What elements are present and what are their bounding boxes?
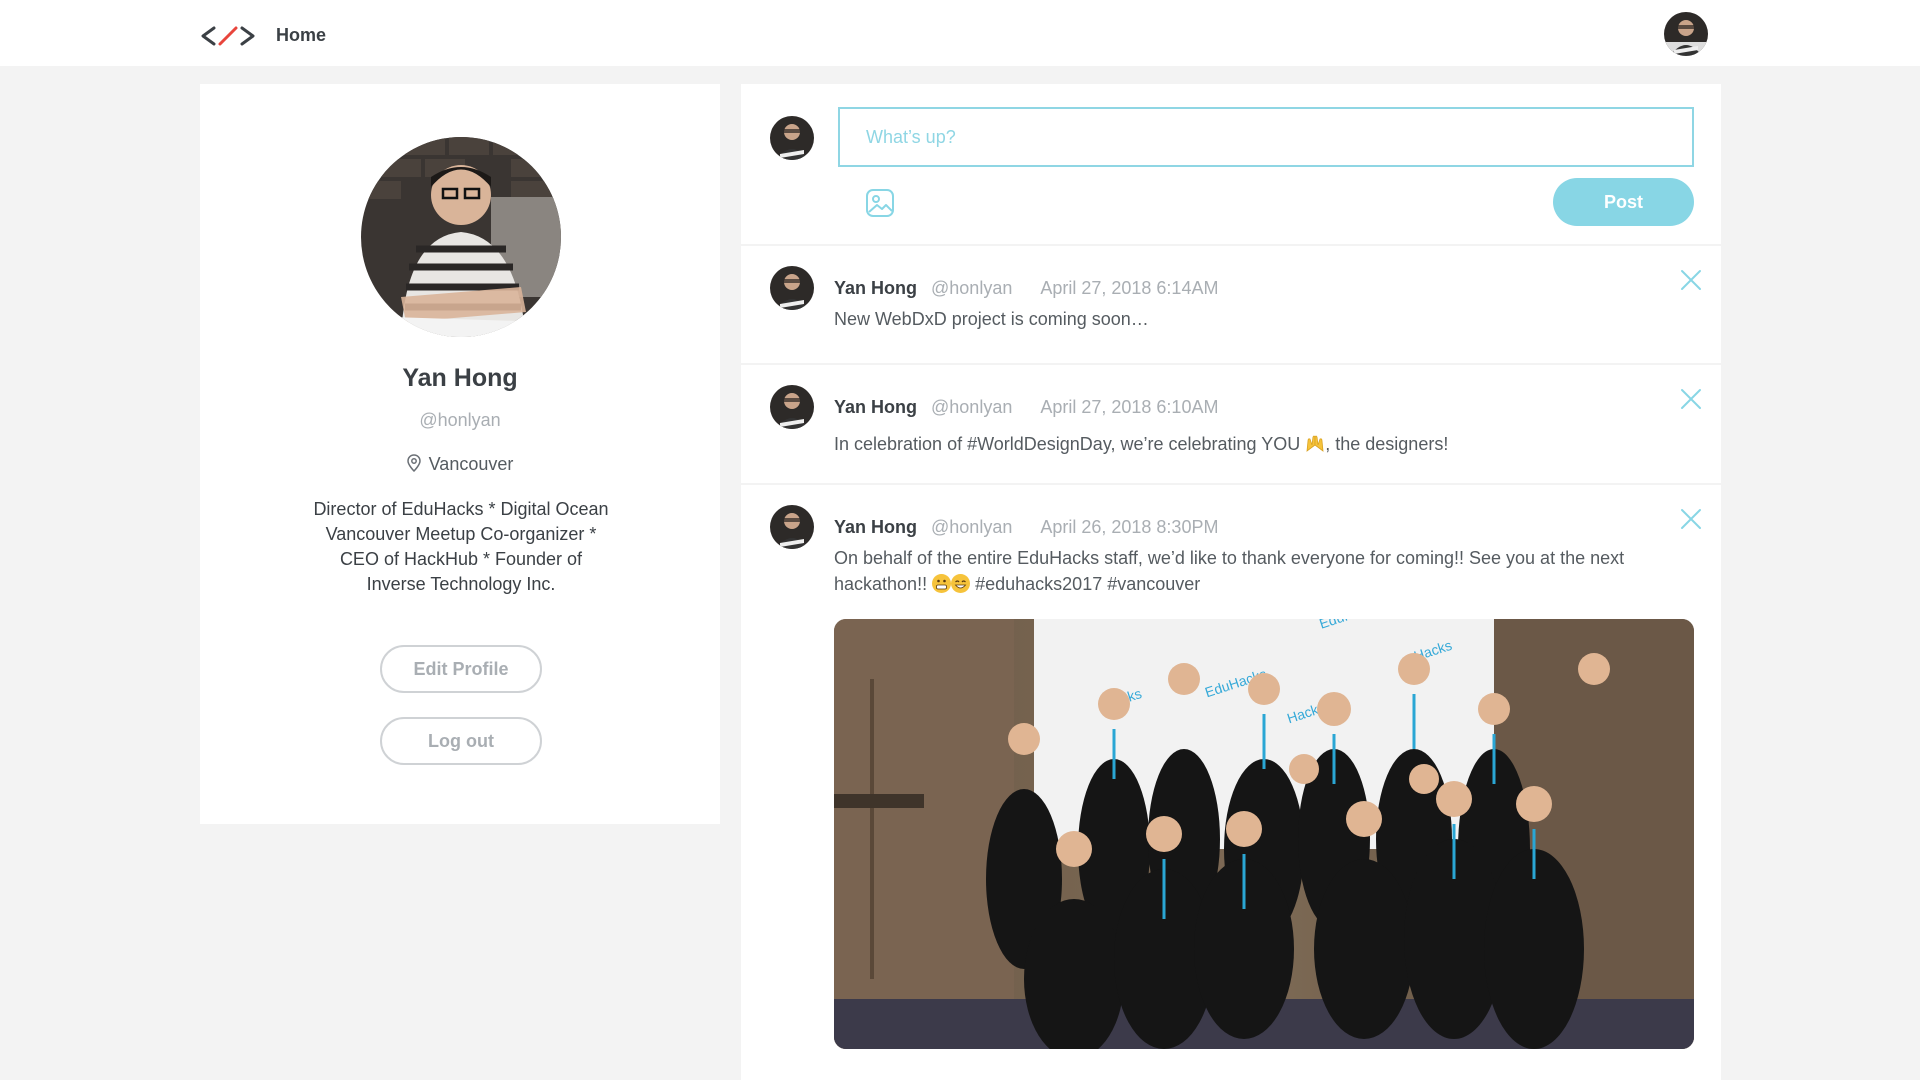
feed-panel: Post Yan Hong @honlyan April 27, 2018 6:14… [741, 84, 1721, 1080]
post-button[interactable]: Post [1553, 178, 1694, 226]
avatar-image [1664, 12, 1708, 56]
post-text: On behalf of the entire EduHacks staff, … [834, 545, 1684, 597]
grimacing-emoji-icon [932, 574, 952, 593]
bio-line: Director of EduHacks * Digital Ocean [313, 499, 609, 519]
post-header: Yan Hong @honlyan April 27, 2018 6:10AM [834, 397, 1218, 418]
avatar [770, 505, 814, 549]
post-handle[interactable]: @honlyan [931, 517, 1012, 537]
post-item: Yan Hong @honlyan April 27, 2018 6:10AM In… [741, 367, 1721, 485]
location-label: Vancouver [428, 454, 514, 474]
profile-avatar [361, 137, 561, 337]
post-handle[interactable]: @honlyan [931, 278, 1012, 298]
code-brackets-logo-icon[interactable] [200, 25, 256, 47]
post-author[interactable]: Yan Hong [834, 278, 917, 298]
profile-handle: @honlyan [419, 410, 501, 430]
close-icon[interactable] [1679, 507, 1703, 531]
compose-box: Post [741, 84, 1721, 246]
profile-name: Yan Hong [402, 364, 518, 392]
profile-card: Yan Hong @honlyan Vancouver Director of … [200, 84, 720, 824]
post-timestamp: April 26, 2018 8:30PM [1040, 517, 1219, 537]
avatar [770, 385, 814, 429]
post-header: Yan Hong @honlyan April 26, 2018 8:30PM [834, 517, 1218, 538]
avatar [770, 116, 814, 160]
profile-bio: Director of EduHacks * Digital Ocean Van… [300, 497, 622, 597]
post-text-line: On behalf of the entire EduHacks staff, … [834, 548, 1625, 568]
post-text: In celebration of #WorldDesignDay, we’re… [834, 431, 1664, 457]
post-text-line: hackathon!! #eduhacks2017 #vancouver [834, 571, 1684, 597]
post-item: Yan Hong @honlyan April 26, 2018 8:30PM On… [741, 487, 1721, 1080]
edit-profile-button[interactable]: Edit Profile [380, 645, 542, 693]
post-timestamp: April 27, 2018 6:10AM [1040, 397, 1219, 417]
post-text-part: hackathon!! [834, 574, 928, 594]
close-icon[interactable] [1679, 268, 1703, 292]
user-avatar-menu[interactable] [1664, 12, 1708, 56]
bio-line: Vancouver Meetup Co-organizer * [325, 524, 597, 544]
bio-line: Inverse Technology Inc. [366, 574, 556, 594]
grinning-emoji-icon [951, 574, 971, 593]
post-timestamp: April 27, 2018 6:14AM [1040, 278, 1219, 298]
post-header: Yan Hong @honlyan April 27, 2018 6:14AM [834, 278, 1218, 299]
home-link[interactable]: Home [276, 25, 326, 46]
post-item: Yan Hong @honlyan April 27, 2018 6:14AM Ne… [741, 248, 1721, 365]
post-text-part: , the designers! [1325, 434, 1449, 454]
bio-line: CEO of HackHub * Founder of [339, 549, 583, 569]
compose-input[interactable] [838, 107, 1694, 167]
post-author[interactable]: Yan Hong [834, 397, 917, 417]
post-text-part: In celebration of #WorldDesignDay, we’re… [834, 434, 1301, 454]
post-text-part: #eduhacks2017 #vancouver [975, 574, 1201, 594]
location-pin-icon [406, 454, 421, 473]
post-handle[interactable]: @honlyan [931, 397, 1012, 417]
top-nav-bar: Home [0, 0, 1920, 66]
logout-button[interactable]: Log out [380, 717, 542, 765]
post-text: New WebDxD project is coming soon… [834, 309, 1149, 329]
profile-location: Vancouver [200, 454, 720, 475]
raised-hands-emoji-icon [1306, 435, 1324, 452]
post-author[interactable]: Yan Hong [834, 517, 917, 537]
post-photo[interactable]: Hacks EduHacks EduH Hacks Hacks [834, 619, 1694, 1049]
close-icon[interactable] [1679, 387, 1703, 411]
image-icon[interactable] [865, 188, 895, 218]
avatar [770, 266, 814, 310]
